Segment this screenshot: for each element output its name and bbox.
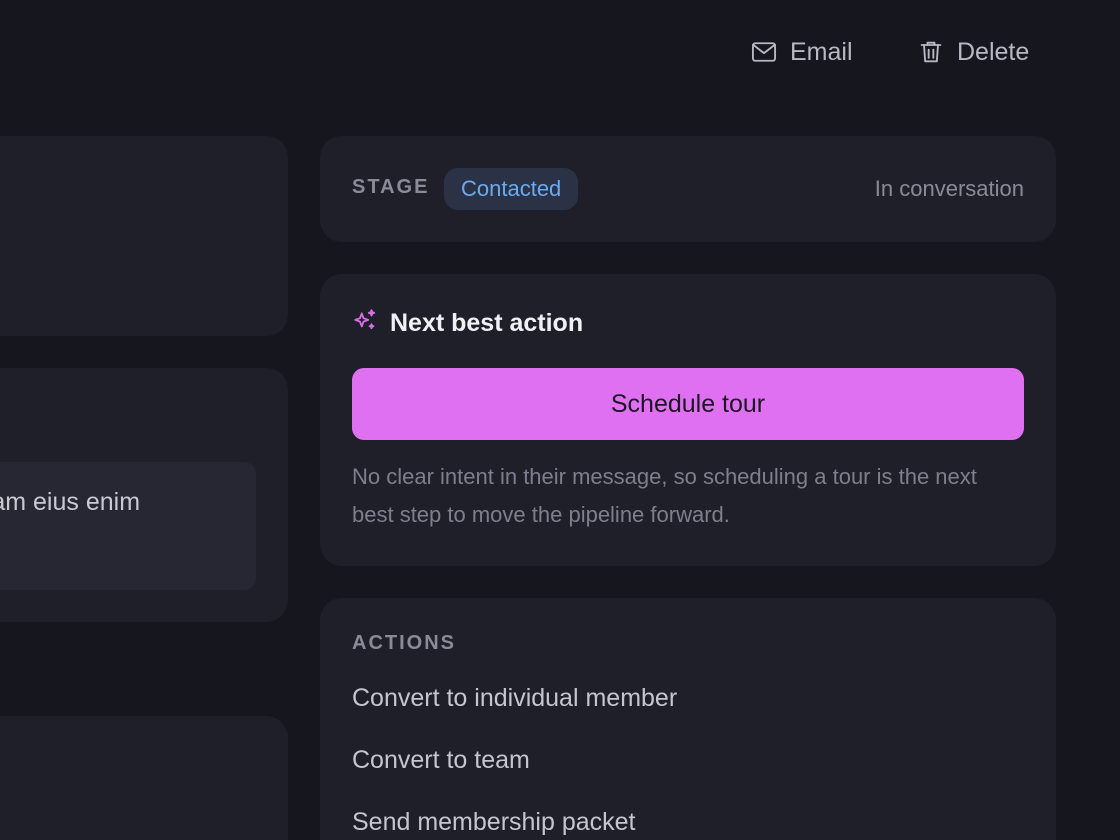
convert-to-individual-member-action[interactable]: Convert to individual member [352,684,677,713]
email-button-label: Email [790,37,853,66]
message-text: Quam eius enim [0,488,141,516]
actions-card: ACTIONS Convert to individual member Con… [320,598,1056,840]
actions-label: ACTIONS [352,632,456,654]
next-best-action-card: Next best action Schedule tour No clear … [320,274,1056,566]
schedule-tour-button[interactable]: Schedule tour [352,368,1024,440]
sparkles-icon [352,308,378,339]
stage-label: STAGE [352,176,430,198]
left-info-card [0,136,288,336]
next-best-action-title: Next best action [390,309,584,337]
next-best-action-description: No clear intent in their message, so sch… [352,464,977,527]
convert-to-team-action[interactable]: Convert to team [352,746,530,775]
stage-badge[interactable]: Contacted [444,168,579,210]
stage-status: In conversation [874,176,1024,201]
delete-button-label: Delete [957,37,1030,66]
mail-icon [750,38,778,66]
left-extra-card [0,716,288,840]
send-membership-packet-action[interactable]: Send membership packet [352,808,635,837]
email-button[interactable]: Email [750,30,853,74]
next-best-action-header: Next best action [352,308,583,339]
left-message-card: Quam eius enim [0,368,288,622]
message-bubble: Quam eius enim [0,462,256,590]
stage-card: STAGE Contacted In conversation [320,136,1056,242]
trash-icon [917,38,945,66]
delete-button[interactable]: Delete [917,30,1029,74]
lead-detail-page: Email Delete Quam eius enim STAGE Contac… [0,0,1120,840]
